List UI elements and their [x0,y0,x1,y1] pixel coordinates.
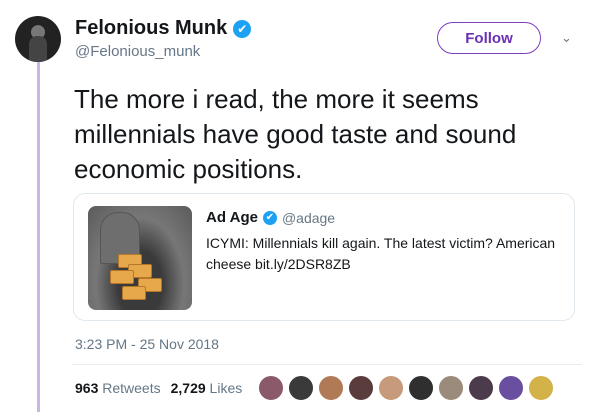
liker-avatar[interactable] [528,375,554,401]
verified-badge-icon: ✔ [262,210,277,225]
author-handle[interactable]: @Felonious_munk [75,43,200,60]
liker-avatars [258,375,554,401]
avatar[interactable] [15,16,61,62]
quote-handle[interactable]: @adage [282,210,335,226]
retweets-label: Retweets [102,380,161,396]
quote-image [88,206,192,310]
chevron-down-icon[interactable]: ⌄ [561,30,572,46]
cheese-slice [110,270,134,284]
tweet-stats: 963 Retweets 2,729 Likes [75,380,242,396]
likes-count: 2,729 [170,380,206,396]
quote-tweet-card[interactable]: Ad Age ✔ @adage ICYMI: Millennials kill … [73,193,575,321]
liker-avatar[interactable] [378,375,404,401]
retweets-stat[interactable]: 963 Retweets [75,380,161,396]
quote-text: ICYMI: Millennials kill again. The lates… [206,235,556,272]
liker-avatar[interactable] [498,375,524,401]
liker-avatar[interactable] [318,375,344,401]
liker-avatar[interactable] [468,375,494,401]
verified-badge-icon: ✔ [233,19,252,38]
liker-avatar[interactable] [438,375,464,401]
retweets-count: 963 [75,380,99,396]
author-name-row: Felonious Munk ✔ [75,17,252,40]
quote-name-row: Ad Age ✔ @adage [206,209,335,226]
liker-avatar[interactable] [408,375,434,401]
tweet-text: The more i read, the more it seems mille… [74,84,517,184]
divider [72,364,582,365]
quote-display-name[interactable]: Ad Age [206,209,258,226]
likes-label: Likes [209,380,243,396]
author-display-name[interactable]: Felonious Munk [75,17,227,40]
likes-stat[interactable]: 2,729 Likes [171,380,243,396]
liker-avatar[interactable] [348,375,374,401]
tweet-timestamp[interactable]: 3:23 PM - 25 Nov 2018 [75,336,219,352]
liker-avatar[interactable] [288,375,314,401]
cheese-slice [122,286,146,300]
liker-avatar[interactable] [258,375,284,401]
follow-button[interactable]: Follow [437,22,541,54]
thread-line [37,60,40,412]
